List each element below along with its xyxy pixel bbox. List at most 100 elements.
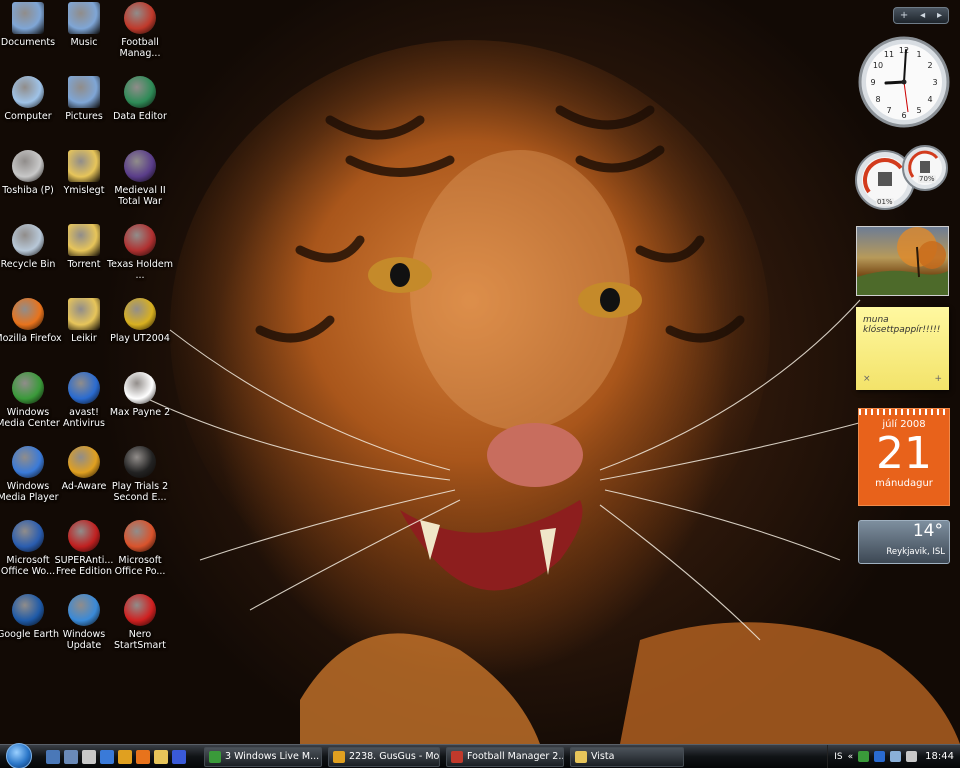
cpu-gauge-icon [855,145,948,210]
folder-icon [68,224,100,256]
weather-gadget[interactable]: 14° Reykjavik, ISL [858,520,950,564]
network-tray-icon[interactable] [890,751,902,762]
media-center-icon [12,372,44,404]
quick-launch [46,749,186,764]
notes-gadget[interactable]: muna klósettpappír!!!!! × + [856,307,949,390]
note-line[interactable]: klósettpappír!!!!! [863,325,942,335]
winamp-icon[interactable] [118,749,132,764]
desktop-icon[interactable]: Max Payne 2 [104,372,176,418]
trials-icon [124,446,156,478]
svg-text:8: 8 [875,95,880,104]
desktop-icon[interactable]: Microsoft Office Po... [104,520,176,577]
svg-text:12: 12 [899,46,909,55]
superantispyware-icon [68,520,100,552]
football-manager-icon [124,2,156,34]
taskbar-button[interactable]: Vista [570,746,684,767]
note-line[interactable]: muna [863,315,942,325]
pictures-folder-icon [68,76,100,108]
desktop-icon-label: Max Payne 2 [109,407,171,418]
ut2004-icon [124,298,156,330]
previous-page-button[interactable]: ◂ [920,10,925,21]
messenger-tray-icon[interactable] [858,751,870,762]
switch-windows-icon[interactable] [64,749,78,764]
desktop-icon[interactable]: Football Manag... [104,2,176,59]
desktop-icon[interactable]: Nero StartSmart [104,594,176,651]
svg-text:1: 1 [916,50,921,59]
documents-folder-icon [12,2,44,34]
system-tray: IS « 18:44 [827,744,960,768]
max-payne-icon [124,372,156,404]
autumn-tree-photo [857,227,948,295]
desktop-icon-label: Play Trials 2 Second E... [111,481,169,503]
add-note-button[interactable]: + [934,374,942,384]
cpu-usage-value: 01% [876,198,894,206]
avast-tray-icon[interactable] [874,751,886,762]
taskbar: 3 Windows Live M... 2238. GusGus - Mos...… [0,742,960,768]
desktop-icon[interactable]: Texas Holdem ... [104,224,176,281]
taskbar-button-label: Football Manager 2... [467,751,564,762]
clock-face-icon: 12 12 345 678 91011 [858,36,950,128]
weather-temperature: 14° [912,521,943,541]
taskbar-button-label: Vista [591,751,615,762]
media-icon[interactable] [82,749,96,764]
desktop-icon-label: Football Manag... [119,37,161,59]
firefox-icon[interactable] [136,749,150,764]
desktop-icon[interactable]: Play UT2004 [104,298,176,344]
svg-text:3: 3 [932,78,937,87]
football-manager-icon [451,750,463,763]
clock-time[interactable]: 18:44 [925,751,954,762]
taskbar-buttons: 3 Windows Live M... 2238. GusGus - Mos...… [198,746,684,767]
music-folder-icon [68,2,100,34]
svg-text:7: 7 [886,106,891,115]
firefox-icon [12,298,44,330]
desktop-icon[interactable]: Play Trials 2 Second E... [104,446,176,503]
desktop-icon-label: Nero StartSmart [114,629,166,651]
volume-tray-icon[interactable] [906,751,918,762]
svg-text:6: 6 [901,111,906,120]
desktop-icon-label: Microsoft Office Po... [114,555,166,577]
next-page-button[interactable]: ▸ [937,10,942,21]
taskbar-button-label: 2238. GusGus - Mos... [349,751,440,762]
delete-note-button[interactable]: × [863,374,871,384]
taskbar-button[interactable]: 2238. GusGus - Mos... [328,746,440,767]
folder-icon [68,298,100,330]
sidebar-toolbar[interactable]: + ◂ ▸ [893,7,949,24]
fm-data-editor-icon [124,76,156,108]
folder-icon [575,750,587,763]
calendar-gadget[interactable]: júlí 2008 21 mánudagur [858,408,950,506]
svg-text:5: 5 [916,106,921,115]
desktop-icon[interactable]: Data Editor [104,76,176,122]
desktop-icon-label: Medieval II Total War [114,185,166,207]
add-gadget-button[interactable]: + [900,10,908,21]
ie-icon[interactable] [100,749,114,764]
desktop-icon-label: Play UT2004 [110,333,170,344]
taskbar-button[interactable]: 3 Windows Live M... [204,746,322,767]
slideshow-gadget[interactable] [856,226,949,296]
drive-icon [12,150,44,182]
floppy-icon[interactable] [172,749,186,764]
powerpoint-icon [124,520,156,552]
ad-aware-icon [68,446,100,478]
word-icon [12,520,44,552]
desktop-icon-label: Data Editor [113,111,167,122]
windows-live-messenger-icon [209,750,221,763]
desktop-icon[interactable]: Medieval II Total War [104,150,176,207]
calendar-rings [859,409,949,415]
folder-icon[interactable] [154,749,168,764]
desktop-icon-label: Texas Holdem ... [106,259,173,281]
weather-city: Reykjavik, ISL [886,547,945,557]
tray-expand-icon[interactable]: « [848,752,854,762]
svg-text:9: 9 [870,78,875,87]
taskbar-button[interactable]: Football Manager 2... [446,746,564,767]
language-indicator[interactable]: IS [834,752,842,762]
cpu-meter-gadget[interactable]: 01% 70% [855,142,951,212]
google-earth-icon [12,594,44,626]
computer-icon [12,76,44,108]
svg-text:2: 2 [927,61,932,70]
recycle-bin-icon [12,224,44,256]
calendar-weekday: mánudagur [875,478,933,489]
start-button[interactable] [0,742,36,768]
calendar-day: 21 [876,428,932,479]
show-desktop-icon[interactable] [46,749,60,764]
clock-gadget[interactable]: 12 1 2 345 678 9 10 11 [858,36,950,128]
